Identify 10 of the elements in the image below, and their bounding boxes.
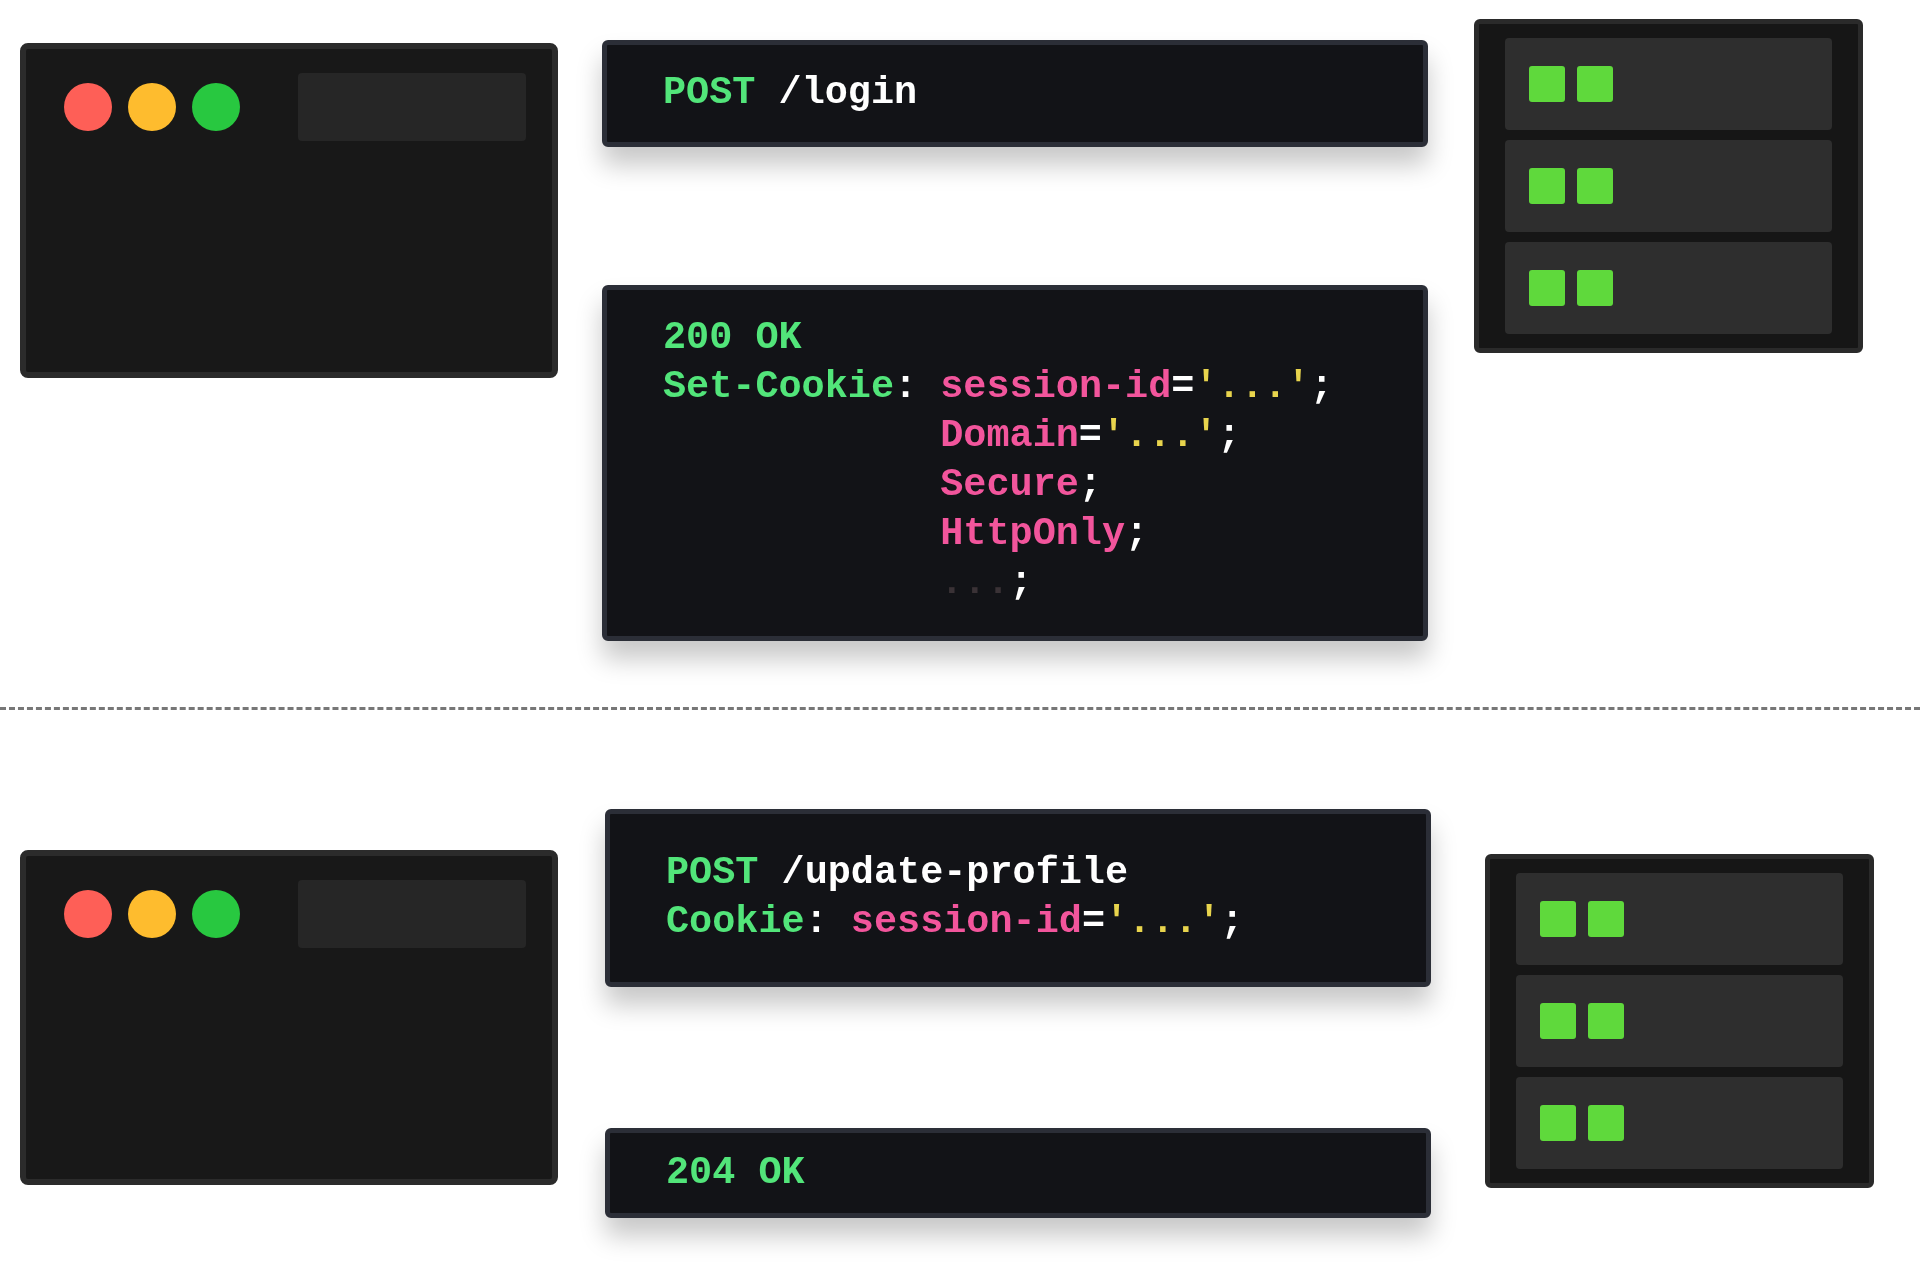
code-line: HttpOnly; <box>939 511 1150 558</box>
code-line: POST /login <box>663 70 919 117</box>
code-line: ...; <box>939 560 1034 607</box>
code-line: 200 OK <box>663 315 803 362</box>
code-line: Set-Cookie: session-id='...'; <box>663 364 1335 411</box>
code-line: 204 OK <box>666 1149 806 1197</box>
code-line: Cookie: session-id='...'; <box>666 899 1245 946</box>
code-line: POST /update-profile <box>666 850 1130 897</box>
code-line: Secure; <box>939 462 1103 509</box>
code-line: Domain='...'; <box>939 413 1242 460</box>
